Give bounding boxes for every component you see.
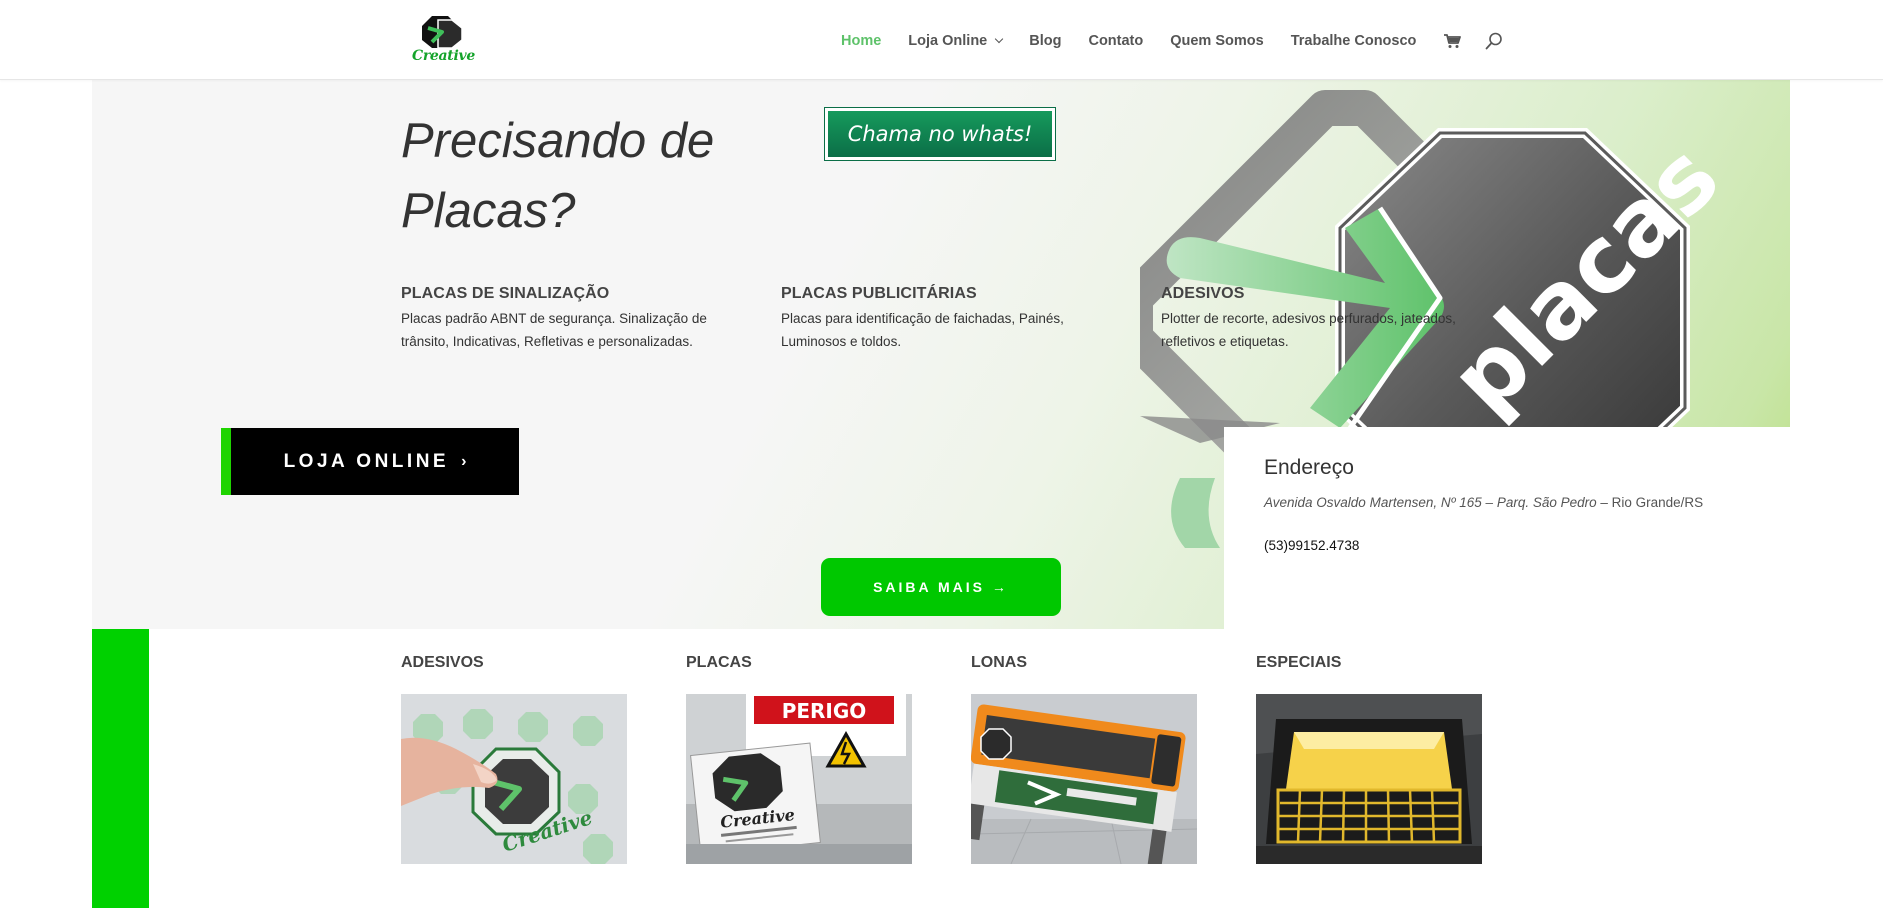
hero-title-line1: Precisando de	[401, 114, 715, 168]
category-title: LONAS	[971, 654, 1027, 671]
nav-home[interactable]: Home	[841, 33, 881, 49]
address-street: Avenida Osvaldo Martensen, Nº 165 – Parq…	[1264, 495, 1597, 510]
address-title: Endereço	[1264, 456, 1354, 479]
logo[interactable]: Creative	[412, 14, 475, 64]
chevron-right-icon: ›	[461, 452, 467, 470]
nav-loja-online-label: Loja Online	[908, 33, 988, 49]
category-image-adesivos[interactable]: Creative	[401, 694, 627, 864]
chevron-down-icon	[995, 34, 1004, 44]
cart-icon[interactable]	[1443, 33, 1462, 49]
category-title: ESPECIAIS	[1256, 654, 1342, 671]
search-icon[interactable]	[1485, 32, 1503, 50]
feature-title: ADESIVOS	[1161, 285, 1245, 302]
feature-text-line1: Placas padrão ABNT de segurança. Sinaliz…	[401, 311, 707, 326]
address-card: Endereço Avenida Osvaldo Martensen, Nº 1…	[1224, 427, 1790, 629]
feature-adesivos: ADESIVOS Plotter de recorte, adesivos pe…	[1161, 285, 1501, 353]
feature-sinalizacao: PLACAS DE SINALIZAÇÃO Placas padrão ABNT…	[401, 285, 741, 353]
logo-wordmark: Creative	[412, 48, 475, 64]
whatsapp-button-label: Chama no whats!	[847, 122, 1033, 146]
category-image-placas[interactable]: PERIGO Creative	[686, 694, 912, 864]
category-image-lonas[interactable]	[971, 694, 1197, 864]
category-title: ADESIVOS	[401, 654, 484, 671]
site-header: Creative Home Loja Online Blog Contato Q…	[0, 0, 1883, 80]
feature-text-line2: Luminosos e toldos.	[781, 334, 902, 349]
loja-online-button[interactable]: LOJA ONLINE ›	[221, 428, 519, 495]
category-title: PLACAS	[686, 654, 752, 671]
logo-mark-icon	[422, 16, 463, 49]
category-adesivos[interactable]: ADESIVOS Creative	[401, 654, 627, 864]
whatsapp-button[interactable]: Chama no whats!	[825, 108, 1055, 160]
address-text: Avenida Osvaldo Martensen, Nº 165 – Parq…	[1264, 495, 1703, 510]
feature-title: PLACAS DE SINALIZAÇÃO	[401, 285, 610, 302]
address-city: – Rio Grande/RS	[1596, 495, 1704, 510]
nav-loja-online[interactable]: Loja Online	[908, 33, 1004, 49]
hero-title-line2: Placas?	[401, 184, 576, 238]
nav-quem-somos[interactable]: Quem Somos	[1170, 33, 1263, 49]
hero-title: Precisando de Placas?	[401, 106, 821, 246]
category-image-especiais[interactable]	[1256, 694, 1482, 864]
category-lonas[interactable]: LONAS	[971, 654, 1197, 864]
feature-text-line2: trânsito, Indicativas, Refletivas e pers…	[401, 334, 693, 349]
feature-text-line1: Placas para identificação de faichadas, …	[781, 311, 1064, 326]
feature-text-line1: Plotter de recorte, adesivos perfurados,…	[1161, 311, 1456, 326]
category-especiais[interactable]: ESPECIAIS	[1256, 654, 1482, 864]
feature-text-line2: refletivos e etiquetas.	[1161, 334, 1289, 349]
decorative-green-bar	[92, 629, 149, 908]
feature-publicitarias: PLACAS PUBLICITÁRIAS Placas para identif…	[781, 285, 1121, 353]
address-phone[interactable]: (53)99152.4738	[1264, 538, 1359, 553]
feature-text: Placas para identificação de faichadas, …	[781, 307, 1121, 353]
feature-title: PLACAS PUBLICITÁRIAS	[781, 285, 977, 302]
category-placas[interactable]: PLACAS PERIGO Creative	[686, 654, 912, 864]
feature-text: Placas padrão ABNT de segurança. Sinaliz…	[401, 307, 741, 353]
feature-text: Plotter de recorte, adesivos perfurados,…	[1161, 307, 1501, 353]
loja-online-button-label: LOJA ONLINE	[283, 450, 450, 472]
saiba-mais-button-label: SAIBA MAIS →	[873, 579, 1009, 595]
nav-contato[interactable]: Contato	[1088, 33, 1143, 49]
main-nav: Home Loja Online Blog Contato Quem Somos…	[841, 30, 1503, 52]
saiba-mais-button[interactable]: SAIBA MAIS →	[821, 558, 1061, 616]
nav-trabalhe-conosco[interactable]: Trabalhe Conosco	[1291, 33, 1417, 49]
nav-blog[interactable]: Blog	[1029, 33, 1061, 49]
sign-text: PERIGO	[782, 699, 867, 723]
